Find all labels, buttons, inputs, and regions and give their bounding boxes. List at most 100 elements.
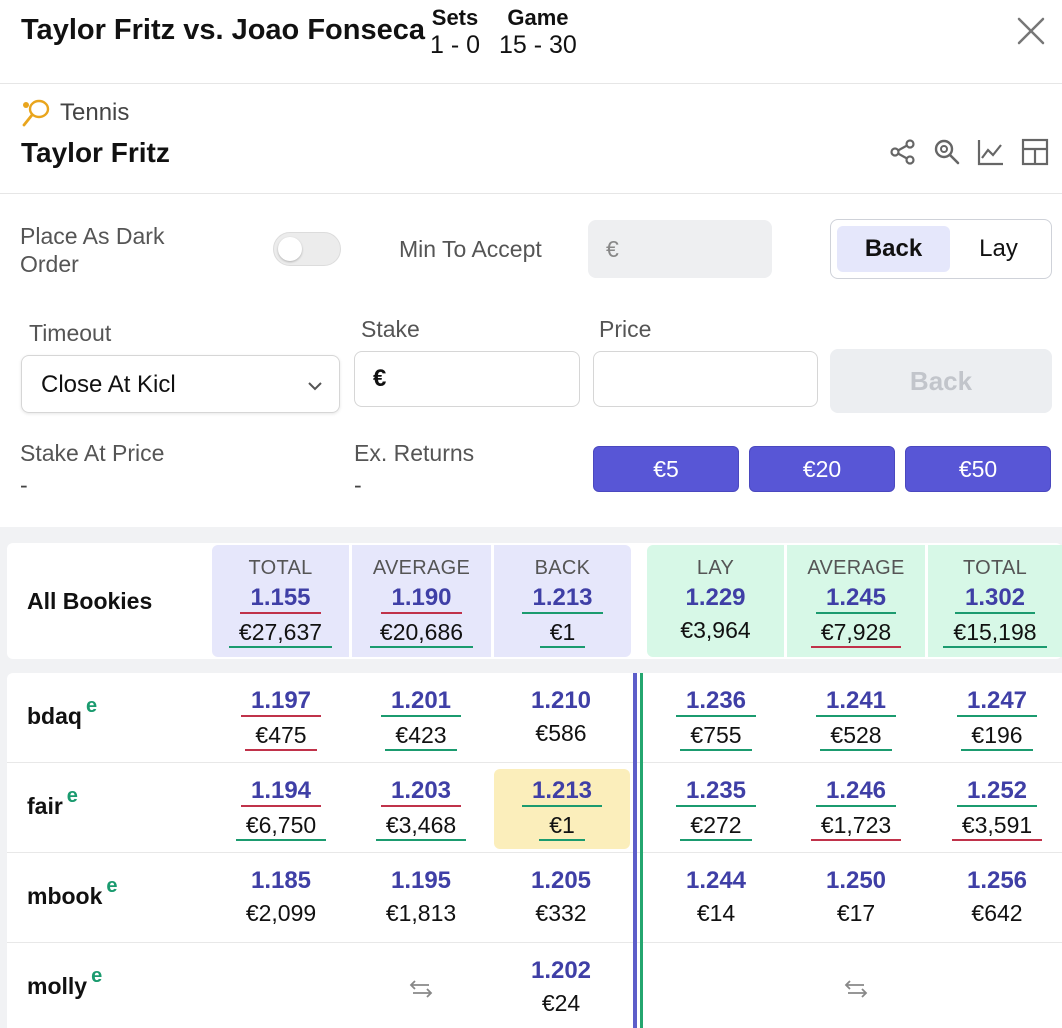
odds-cell[interactable]: 1.185 €2,099 [223, 863, 339, 935]
sport-row: Tennis [20, 97, 129, 129]
quick-stake-50-button[interactable]: €50 [905, 446, 1051, 492]
summary-stake: €7,928 [787, 619, 925, 648]
odds-cell[interactable]: 1.256 €642 [939, 863, 1055, 935]
exchange-badge: e [91, 965, 103, 987]
grid-icon[interactable] [1020, 137, 1050, 167]
table-row: molly e 1.202 €24 [7, 943, 1062, 1028]
odds-cell[interactable]: 1.197 €475 [223, 683, 339, 755]
odds-cell[interactable]: 1.252 €3,591 [939, 773, 1055, 845]
sets-value: 1 - 0 [430, 31, 481, 59]
stake-input[interactable]: € [354, 351, 580, 407]
summary-lay-total[interactable]: TOTAL 1.302 €15,198 [928, 545, 1062, 657]
match-title: Taylor Fritz vs. Joao Fonseca [21, 14, 425, 46]
dark-order-toggle[interactable] [273, 232, 341, 266]
game-score: Game 15 - 30 [499, 5, 577, 60]
side-back-button[interactable]: Back [837, 226, 950, 272]
market-header: Tennis Taylor Fritz [0, 85, 1062, 194]
bookie-name: molly e [27, 965, 103, 999]
place-back-button[interactable]: Back [830, 349, 1052, 413]
summary-head: TOTAL [962, 557, 1028, 579]
summary-stake: €27,637 [212, 619, 349, 648]
swap-icon[interactable] [844, 977, 868, 1001]
odds-cell[interactable]: 1.210 €586 [503, 683, 619, 755]
summary-back-total[interactable]: TOTAL 1.155 €27,637 [212, 545, 349, 657]
header: Taylor Fritz vs. Joao Fonseca Sets 1 - 0… [0, 0, 1062, 84]
summary-stake: €1 [494, 619, 631, 648]
summary-stake: €20,686 [352, 619, 491, 648]
summary-price: 1.302 [928, 584, 1062, 614]
best-back-odds-cell[interactable]: 1.213 €1 [494, 769, 630, 849]
exchange-badge: e [66, 785, 78, 807]
summary-head: BACK [534, 557, 591, 579]
odds-cell[interactable]: 1.247 €196 [939, 683, 1055, 755]
back-lay-divider-lay [640, 673, 643, 1028]
summary-best-lay[interactable]: LAY 1.229 €3,964 [647, 545, 784, 657]
odds-cell[interactable]: 1.235 €272 [658, 773, 774, 845]
odds-cell[interactable]: 1.241 €528 [798, 683, 914, 755]
odds-cell[interactable]: 1.246 €1,723 [798, 773, 914, 845]
side-lay-button[interactable]: Lay [952, 226, 1045, 272]
price-input[interactable] [593, 351, 818, 407]
sets-score: Sets 1 - 0 [430, 5, 480, 60]
odds-cell[interactable]: 1.194 €6,750 [223, 773, 339, 845]
min-accept-label: Min To Accept [399, 236, 542, 262]
stake-at-price-label: Stake At Price [20, 440, 165, 466]
bookie-name: mbook e [27, 875, 118, 909]
chevron-down-icon [308, 382, 322, 391]
summary-price: 1.155 [212, 584, 349, 614]
tennis-racket-icon [22, 99, 50, 127]
price-label: Price [599, 316, 652, 342]
chart-icon[interactable] [976, 137, 1006, 167]
game-value: 15 - 30 [499, 31, 577, 59]
back-lay-toggle: Back Lay [830, 219, 1052, 279]
summary-stake: €15,198 [928, 619, 1062, 648]
bookie-name: fair e [27, 785, 78, 819]
game-label: Game [507, 5, 569, 30]
search-zoom-icon[interactable] [932, 137, 962, 167]
dark-order-label: Place As Dark Order [20, 223, 165, 277]
summary-price: 1.190 [352, 584, 491, 614]
odds-cell[interactable]: 1.203 €3,468 [363, 773, 479, 845]
odds-cell[interactable]: 1.250 €17 [798, 863, 914, 935]
ex-returns-label: Ex. Returns [354, 440, 475, 466]
swap-icon[interactable] [409, 977, 433, 1001]
summary-back-average[interactable]: AVERAGE 1.190 €20,686 [352, 545, 491, 657]
summary-price: 1.213 [494, 584, 631, 614]
odds-cell[interactable]: 1.195 €1,813 [363, 863, 479, 935]
odds-cell[interactable]: 1.236 €755 [658, 683, 774, 755]
quick-stake-20-button[interactable]: €20 [749, 446, 895, 492]
bookie-name: bdaq e [27, 695, 98, 729]
quick-stake-5-button[interactable]: €5 [593, 446, 739, 492]
table-row: fair e 1.194 €6,750 1.203 €3,468 1.213 €1… [7, 763, 1062, 853]
stake-at-price-value: - [20, 472, 28, 498]
odds-cell[interactable]: 1.201 €423 [363, 683, 479, 755]
summary-head: LAY [696, 557, 735, 579]
summary-head: AVERAGE [372, 557, 471, 579]
table-row: mbook e 1.185 €2,099 1.195 €1,813 1.205 €… [7, 853, 1062, 943]
summary-best-back[interactable]: BACK 1.213 €1 [494, 545, 631, 657]
toggle-knob [278, 237, 302, 261]
all-bookies-label: All Bookies [27, 588, 153, 614]
timeout-label: Timeout [29, 320, 112, 346]
runner-name: Taylor Fritz [21, 137, 170, 168]
exchange-badge: e [85, 695, 98, 717]
summary-lay-average[interactable]: AVERAGE 1.245 €7,928 [787, 545, 925, 657]
sets-label: Sets [431, 5, 479, 30]
min-accept-input[interactable]: € [588, 220, 772, 278]
timeout-select[interactable]: Close At Kicl [21, 355, 340, 413]
odds-cell[interactable]: 1.244 €14 [658, 863, 774, 935]
timeout-value: Close At Kicl [41, 371, 176, 398]
share-icon[interactable] [888, 137, 918, 167]
ex-returns-value: - [354, 472, 362, 498]
summary-price: 1.229 [685, 584, 746, 611]
summary-price: 1.245 [787, 584, 925, 614]
odds-ladder: All Bookies TOTAL 1.155 €27,637 AVERAGE … [0, 527, 1062, 1028]
summary-head: TOTAL [248, 557, 313, 579]
market-tools [888, 137, 1050, 167]
odds-cell[interactable]: 1.202 €24 [503, 953, 619, 1025]
close-icon[interactable] [1014, 14, 1048, 48]
summary-stake: €3,964 [680, 617, 751, 643]
table-row: bdaq e 1.197 €475 1.201 €423 1.210 €586 1… [7, 673, 1062, 763]
summary-head: AVERAGE [807, 557, 905, 579]
odds-cell[interactable]: 1.205 €332 [503, 863, 619, 935]
